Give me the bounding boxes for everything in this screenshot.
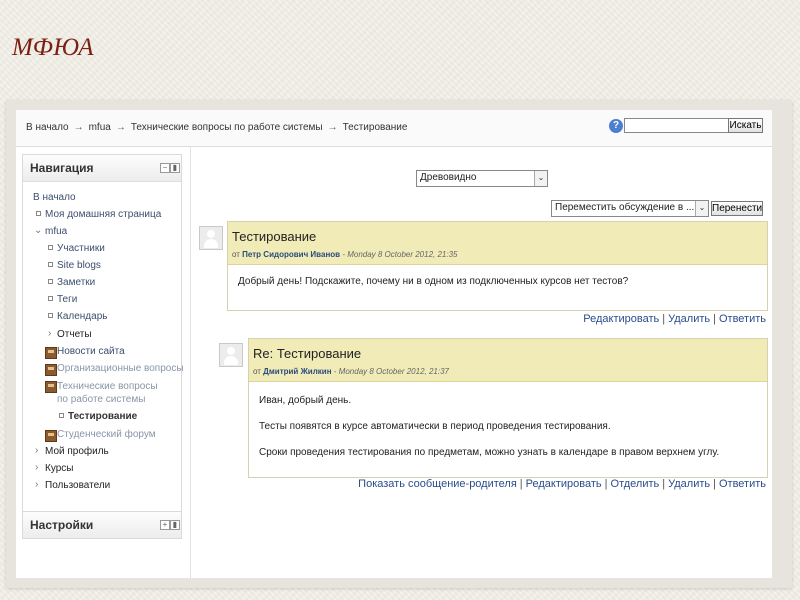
settings-block-title: Настройки xyxy=(30,518,94,532)
show-parent-link[interactable]: Показать сообщение-родителя xyxy=(358,478,517,490)
post-author-line: от Дмитрий Жилкин - Monday 8 October 201… xyxy=(253,367,449,376)
post-header: Re: Тестирование от Дмитрий Жилкин - Mon… xyxy=(249,339,767,382)
bullet-icon xyxy=(48,245,53,250)
settings-block: Настройки + ▮ xyxy=(22,511,182,539)
nav-course-mfua[interactable]: mfua xyxy=(45,226,67,237)
post-paragraph: Иван, добрый день. xyxy=(259,395,352,406)
reply-link[interactable]: Ответить xyxy=(719,313,766,325)
dropdown-caret-icon: ⌄ xyxy=(695,201,708,216)
navigation-block-title: Навигация xyxy=(30,161,94,175)
chevron-right-icon[interactable]: › xyxy=(35,462,38,473)
bullet-icon xyxy=(48,313,53,318)
post-author-from: от xyxy=(253,367,261,376)
edit-link[interactable]: Редактировать xyxy=(583,313,659,325)
bullet-icon xyxy=(36,211,41,216)
post-paragraph: Тесты появятся в курсе автоматически в п… xyxy=(259,421,611,432)
nav-calendar[interactable]: Календарь xyxy=(57,311,107,322)
forum-icon xyxy=(45,381,57,393)
avatar[interactable] xyxy=(199,226,223,250)
post-header: Тестирование от Петр Сидорович Иванов - … xyxy=(228,222,767,265)
breadcrumb-separator: → xyxy=(327,122,338,133)
move-discussion-button[interactable]: Перенести xyxy=(711,201,763,216)
moodle-page: В начало → mfua → Технические вопросы по раб… xyxy=(16,110,772,578)
breadcrumb-separator: → xyxy=(115,122,126,133)
post-commands: Редактировать | Удалить | Ответить xyxy=(583,313,766,325)
bullet-icon xyxy=(48,279,53,284)
nav-participants[interactable]: Участники xyxy=(57,243,105,254)
breadcrumb: В начало → mfua → Технические вопросы по раб… xyxy=(26,122,407,133)
move-discussion-select[interactable]: Переместить обсуждение в ... ⌄ xyxy=(551,200,709,217)
navbar: В начало → mfua → Технические вопросы по раб… xyxy=(16,110,772,147)
post-author-name[interactable]: Петр Сидорович Иванов xyxy=(242,250,340,259)
nav-forum-organizational[interactable]: Организационные вопросы xyxy=(57,363,184,374)
dock-icon[interactable]: ▮ xyxy=(170,163,180,173)
collapse-icon[interactable]: − xyxy=(160,163,170,173)
nav-current-testing[interactable]: Тестирование xyxy=(68,411,137,422)
navigation-block-header: Навигация − ▮ xyxy=(23,155,181,182)
bullet-icon xyxy=(48,296,53,301)
post-author-from: от xyxy=(232,250,240,259)
nav-forum-news[interactable]: Новости сайта xyxy=(57,346,125,357)
expand-icon[interactable]: + xyxy=(160,520,170,530)
chevron-down-icon[interactable]: ⌄ xyxy=(34,225,42,236)
forum-icon xyxy=(45,364,57,376)
post-paragraph: Добрый день! Подскажите, почему ни в одн… xyxy=(238,276,629,287)
help-icon[interactable]: ? xyxy=(609,119,623,133)
forum-icon xyxy=(45,347,57,359)
sidebar-divider xyxy=(190,146,191,578)
post-author-line: от Петр Сидорович Иванов - Monday 8 Octo… xyxy=(232,250,458,259)
post-date: - Monday 8 October 2012, 21:35 xyxy=(342,250,458,259)
dropdown-caret-icon: ⌄ xyxy=(534,171,547,186)
settings-block-header[interactable]: Настройки + ▮ xyxy=(23,512,181,538)
nav-my-home[interactable]: Моя домашняя страница xyxy=(45,209,161,220)
forum-post-reply: Re: Тестирование от Дмитрий Жилкин - Mon… xyxy=(248,338,768,478)
avatar[interactable] xyxy=(219,343,243,367)
slide-title: МФЮА xyxy=(12,34,94,61)
reply-link[interactable]: Ответить xyxy=(719,478,766,490)
post-paragraph: Сроки проведения тестирования по предмет… xyxy=(259,447,720,458)
post-commands: Показать сообщение-родителя | Редактироват… xyxy=(358,478,766,490)
dock-icon[interactable]: ▮ xyxy=(170,520,180,530)
forum-post: Тестирование от Петр Сидорович Иванов - … xyxy=(227,221,768,311)
nav-notes[interactable]: Заметки xyxy=(57,277,95,288)
display-mode-value: Древовидно xyxy=(420,172,477,183)
search-input[interactable] xyxy=(624,118,730,133)
nav-forum-technical[interactable]: Технические вопросы по работе системы xyxy=(57,380,167,406)
breadcrumb-separator: → xyxy=(73,122,84,133)
chevron-right-icon[interactable]: › xyxy=(35,445,38,456)
chevron-right-icon[interactable]: › xyxy=(48,328,51,339)
search-button[interactable]: Искать xyxy=(728,118,763,133)
breadcrumb-current[interactable]: Тестирование xyxy=(343,122,408,133)
nav-my-profile[interactable]: Мой профиль xyxy=(45,446,109,457)
bullet-icon xyxy=(48,262,53,267)
split-link[interactable]: Отделить xyxy=(611,478,660,490)
post-subject: Тестирование xyxy=(232,229,317,244)
edit-link[interactable]: Редактировать xyxy=(526,478,602,490)
post-author-name[interactable]: Дмитрий Жилкин xyxy=(263,367,331,376)
delete-link[interactable]: Удалить xyxy=(668,478,710,490)
chevron-right-icon[interactable]: › xyxy=(35,479,38,490)
nav-forum-student[interactable]: Студенческий форум xyxy=(57,429,156,440)
forum-icon xyxy=(45,430,57,442)
delete-link[interactable]: Удалить xyxy=(668,313,710,325)
breadcrumb-course[interactable]: mfua xyxy=(89,122,111,133)
nav-reports[interactable]: Отчеты xyxy=(57,329,92,340)
nav-home[interactable]: В начало xyxy=(33,192,76,203)
post-subject: Re: Тестирование xyxy=(253,346,362,361)
breadcrumb-forum[interactable]: Технические вопросы по работе системы xyxy=(131,122,323,133)
move-discussion-value: Переместить обсуждение в ... xyxy=(555,202,695,213)
display-mode-select[interactable]: Древовидно ⌄ xyxy=(416,170,548,187)
breadcrumb-home[interactable]: В начало xyxy=(26,122,69,133)
nav-tags[interactable]: Теги xyxy=(57,294,77,305)
nav-site-blogs[interactable]: Site blogs xyxy=(57,260,101,271)
nav-courses[interactable]: Курсы xyxy=(45,463,73,474)
nav-users[interactable]: Пользователи xyxy=(45,480,110,491)
post-date: - Monday 8 October 2012, 21:37 xyxy=(333,367,449,376)
bullet-icon xyxy=(59,413,64,418)
